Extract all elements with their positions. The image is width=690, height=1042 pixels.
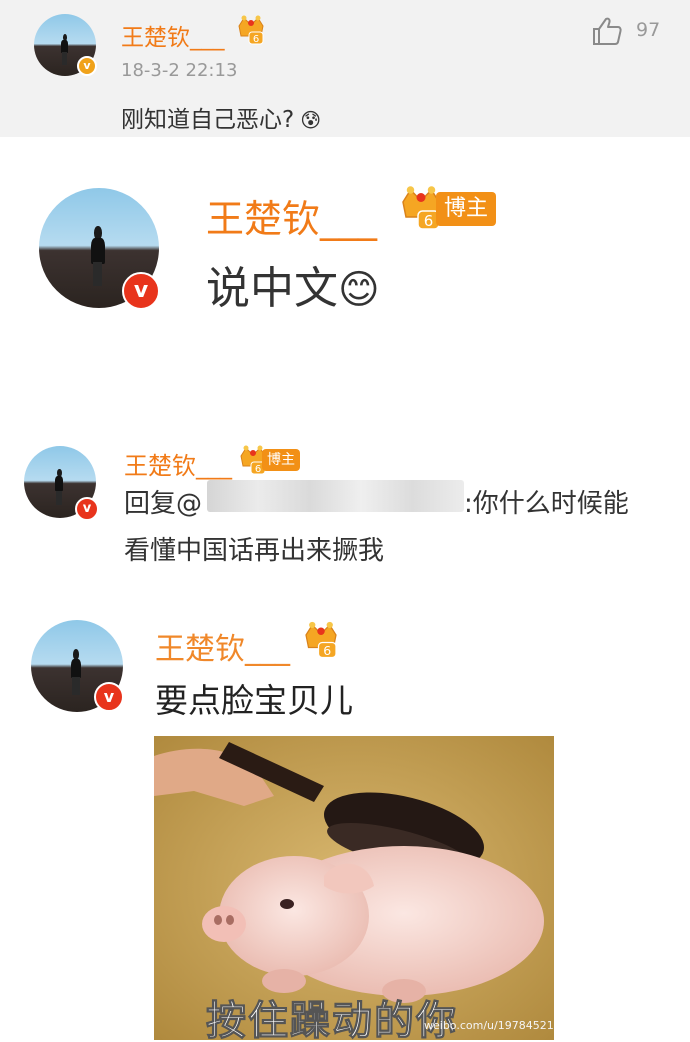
avatar-figure bbox=[60, 33, 69, 65]
verified-v-icon: v bbox=[77, 56, 97, 76]
crown-icon: 6 bbox=[305, 621, 337, 659]
crown-level: 6 bbox=[255, 464, 261, 475]
smile-emoji: 😊 bbox=[338, 267, 380, 313]
reply-text: 说中文😊 bbox=[206, 252, 380, 316]
reply-text: 要点脸宝贝儿 bbox=[155, 681, 353, 720]
verified-v-icon: v bbox=[75, 497, 99, 521]
blogger-tag: 博主 bbox=[262, 449, 300, 471]
image-caption: 按住躁动的你 bbox=[206, 998, 458, 1041]
comment-top: v 王楚钦___ 6 18-3-2 22:13 刚知道自己恶心? 😰 97 bbox=[0, 0, 690, 137]
reply-text-body: 说中文 bbox=[206, 263, 338, 314]
comment-text: 刚知道自己恶心? 😰 bbox=[121, 100, 321, 134]
crown-level: 6 bbox=[253, 34, 259, 45]
like-icon[interactable] bbox=[591, 16, 623, 46]
scared-emoji: 😰 bbox=[300, 108, 322, 132]
reply-text-line2: 看懂中国话再出来撅我 bbox=[124, 536, 385, 566]
avatar-figure bbox=[54, 469, 64, 506]
avatar-figure bbox=[70, 649, 83, 696]
reply-suffix: :你什么时候能 bbox=[464, 489, 629, 519]
comment-text-body: 刚知道自己恶心? bbox=[121, 107, 295, 133]
verified-v-icon: v bbox=[94, 682, 124, 712]
mention-mosaic bbox=[207, 480, 464, 512]
timestamp: 18-3-2 22:13 bbox=[121, 60, 238, 81]
crown-level: 6 bbox=[424, 212, 434, 230]
avatar-figure bbox=[89, 226, 106, 287]
crown-level: 6 bbox=[323, 643, 331, 658]
blogger-tag: 博主 bbox=[436, 192, 496, 226]
verified-v-icon: v bbox=[122, 272, 160, 310]
username[interactable]: 王楚钦___ bbox=[155, 624, 290, 668]
crown-icon: 6 bbox=[238, 15, 264, 45]
username[interactable]: 王楚钦___ bbox=[121, 18, 225, 52]
username[interactable]: 王楚钦___ bbox=[206, 188, 377, 243]
meme-image[interactable]: 按住躁动的你 weibo.com/u/197845214 bbox=[154, 736, 554, 1040]
image-watermark: weibo.com/u/197845214 bbox=[424, 1019, 554, 1032]
username[interactable]: 王楚钦___ bbox=[124, 446, 232, 481]
reply-prefix: 回复@ bbox=[124, 489, 203, 519]
like-count: 97 bbox=[636, 19, 661, 41]
